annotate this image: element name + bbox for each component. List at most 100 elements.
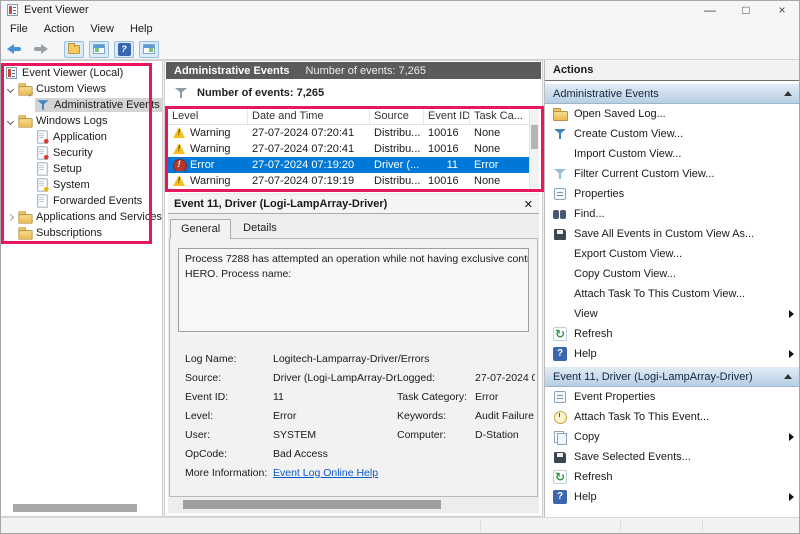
field-label: Keywords:	[397, 410, 475, 422]
action-refresh-event[interactable]: Refresh	[545, 467, 800, 487]
tree-item-custom-views[interactable]: Custom Views	[1, 81, 162, 97]
collapse-icon[interactable]	[784, 374, 792, 379]
action-attach-task-to-custom-view[interactable]: Attach Task To This Custom View...	[545, 284, 800, 304]
action-save-all-events[interactable]: Save All Events in Custom View As...	[545, 224, 800, 244]
window-controls: — □ ×	[692, 0, 800, 20]
field-value: 27-07-2024 07	[475, 372, 535, 384]
filter-icon	[174, 86, 188, 100]
warning-icon	[172, 175, 186, 187]
close-button[interactable]: ×	[764, 0, 800, 20]
col-header-event-id[interactable]: Event ID	[424, 108, 470, 124]
scrollbar-thumb[interactable]	[531, 125, 538, 149]
help-button[interactable]	[114, 41, 134, 58]
event-description[interactable]: Process 7288 has attempted an operation …	[178, 248, 529, 332]
field-value: SYSTEM	[273, 429, 397, 441]
event-log-online-help-link[interactable]: Event Log Online Help	[273, 467, 397, 479]
field-value: Driver (Logi-LampArray-Drive	[273, 372, 397, 384]
tree-item-security[interactable]: Security	[1, 145, 162, 161]
statusbar-divider	[480, 521, 481, 531]
field-label: Task Category:	[397, 391, 475, 403]
tree-item-application[interactable]: Application	[1, 129, 162, 145]
action-properties[interactable]: Properties	[545, 184, 800, 204]
table-vertical-scrollbar[interactable]	[529, 108, 539, 190]
action-save-selected-events[interactable]: Save Selected Events...	[545, 447, 800, 467]
maximize-button[interactable]: □	[728, 0, 764, 20]
action-copy[interactable]: Copy	[545, 427, 800, 447]
action-help[interactable]: Help	[545, 344, 800, 364]
tab-details[interactable]: Details	[233, 219, 287, 239]
tree-item-applications-and-services-logs[interactable]: Applications and Services Lo	[1, 209, 162, 225]
refresh-icon	[553, 470, 567, 484]
event-row[interactable]: Warning 27-07-2024 07:19:19 Distribu... …	[168, 173, 530, 189]
filter-bar: Number of events: 7,265	[166, 81, 324, 105]
field-value: Logitech-Lamparray-Driver/Errors	[273, 353, 397, 365]
action-import-custom-view[interactable]: Import Custom View...	[545, 144, 800, 164]
tree-item-event-viewer-local[interactable]: Event Viewer (Local)	[1, 65, 162, 81]
actions-section-administrative-events[interactable]: Administrative Events	[545, 84, 800, 104]
col-header-source[interactable]: Source	[370, 108, 424, 124]
menu-file[interactable]: File	[2, 20, 36, 39]
tab-general[interactable]: General	[170, 219, 231, 239]
tree-item-subscriptions[interactable]: Subscriptions	[1, 225, 162, 241]
action-event-properties[interactable]: Event Properties	[545, 387, 800, 407]
log-icon	[35, 146, 48, 159]
action-copy-custom-view[interactable]: Copy Custom View...	[545, 264, 800, 284]
action-open-saved-log[interactable]: Open Saved Log...	[545, 104, 800, 124]
event-details-header: Event 11, Driver (Logi-LampArray-Driver)…	[168, 195, 539, 214]
open-saved-log-button[interactable]	[64, 41, 84, 58]
menu-view[interactable]: View	[82, 20, 122, 39]
col-header-level[interactable]: Level	[168, 108, 248, 124]
field-label: Event ID:	[185, 391, 273, 403]
submenu-arrow-icon	[789, 493, 794, 501]
minimize-button[interactable]: —	[692, 0, 728, 20]
details-horizontal-scrollbar[interactable]	[183, 500, 441, 509]
back-button[interactable]	[7, 41, 25, 57]
statusbar	[0, 517, 800, 534]
action-attach-task-to-event[interactable]: Attach Task To This Event...	[545, 407, 800, 427]
close-details-icon[interactable]: ✕	[524, 198, 533, 211]
action-view[interactable]: View	[545, 304, 800, 324]
log-icon	[35, 194, 48, 207]
field-label: Computer:	[397, 429, 475, 441]
menu-action[interactable]: Action	[36, 20, 83, 39]
event-row-selected[interactable]: Error 27-07-2024 07:19:20 Driver (... 11…	[168, 157, 530, 173]
find-icon	[553, 207, 567, 221]
expander-down-icon[interactable]	[7, 117, 14, 124]
actions-section-event-11[interactable]: Event 11, Driver (Logi-LampArray-Driver)	[545, 367, 800, 387]
general-tab-content: Process 7288 has attempted an operation …	[169, 238, 538, 497]
action-help-event[interactable]: Help	[545, 487, 800, 507]
subscriptions-icon	[18, 226, 31, 239]
event-details-title: Event 11, Driver (Logi-LampArray-Driver)	[174, 198, 387, 210]
event-properties-grid: Log Name: Logitech-Lamparray-Driver/Erro…	[185, 349, 535, 482]
help-icon	[553, 347, 567, 361]
console-tree-icon	[93, 44, 105, 54]
tree-item-setup[interactable]: Setup	[1, 161, 162, 177]
task-scheduler-icon	[553, 410, 567, 424]
menu-help[interactable]: Help	[122, 20, 161, 39]
show-console-tree-button[interactable]	[89, 41, 109, 58]
filter-bar-count: Number of events: 7,265	[197, 87, 324, 99]
col-header-task-category[interactable]: Task Ca...	[470, 108, 530, 124]
details-tabs: General Details	[170, 219, 287, 239]
expander-down-icon[interactable]	[7, 85, 14, 92]
field-label: User:	[185, 429, 273, 441]
statusbar-divider	[702, 521, 703, 531]
tree-item-system[interactable]: System	[1, 177, 162, 193]
tree-item-windows-logs[interactable]: Windows Logs	[1, 113, 162, 129]
action-refresh[interactable]: Refresh	[545, 324, 800, 344]
event-row[interactable]: Warning 27-07-2024 07:20:41 Distribu... …	[168, 125, 530, 141]
tree-horizontal-scrollbar[interactable]	[13, 504, 137, 512]
action-export-custom-view[interactable]: Export Custom View...	[545, 244, 800, 264]
show-action-pane-button[interactable]	[139, 41, 159, 58]
event-row[interactable]: Warning 27-07-2024 07:20:41 Distribu... …	[168, 141, 530, 157]
action-filter-current-custom-view[interactable]: Filter Current Custom View...	[545, 164, 800, 184]
custom-views-folder-icon	[18, 82, 31, 95]
action-create-custom-view[interactable]: Create Custom View...	[545, 124, 800, 144]
collapse-icon[interactable]	[784, 91, 792, 96]
expander-right-icon[interactable]	[7, 213, 14, 220]
tree-item-administrative-events[interactable]: Administrative Events	[1, 97, 162, 113]
col-header-date-time[interactable]: Date and Time	[248, 108, 370, 124]
tree-item-forwarded-events[interactable]: Forwarded Events	[1, 193, 162, 209]
action-find[interactable]: Find...	[545, 204, 800, 224]
forward-button[interactable]	[30, 41, 48, 57]
